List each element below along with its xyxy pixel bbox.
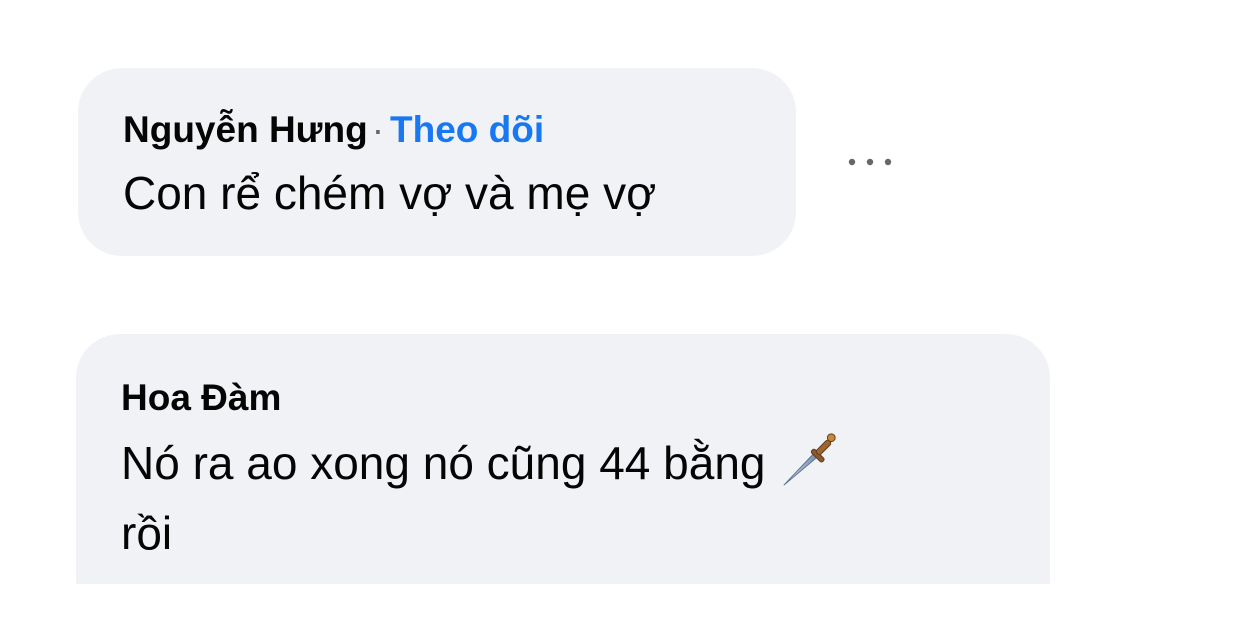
comment-text-line: Nó ra ao xong nó cũng 44 bằng: [121, 437, 766, 489]
follow-button[interactable]: Theo dõi: [390, 109, 544, 150]
author-name[interactable]: Nguyễn Hưng: [123, 109, 368, 150]
comment-header: Hoa Đàm: [121, 374, 1050, 422]
comment-bubble: Hoa Đàm Nó ra ao xong nó cũng 44 bằng rồ…: [76, 334, 1050, 604]
comment-bubble: Nguyễn Hưng · Theo dõi Con rể chém vợ và m…: [78, 68, 796, 256]
more-options-button[interactable]: [838, 138, 902, 186]
comment-text-line: rồi: [121, 507, 173, 559]
author-name[interactable]: Hoa Đàm: [121, 377, 281, 418]
viewport-crop: [0, 584, 1260, 619]
comment-thread: Nguyễn Hưng · Theo dõi Con rể chém vợ và m…: [0, 0, 1260, 619]
comment-header: Nguyễn Hưng · Theo dõi: [123, 106, 796, 154]
separator-dot: ·: [371, 109, 385, 150]
comment-text: Con rể chém vợ và mẹ vợ: [123, 167, 657, 219]
more-options-icon: [848, 158, 892, 166]
comment-text: Nó ra ao xong nó cũng 44 bằng rồi: [121, 428, 1001, 568]
dagger-icon: [782, 433, 836, 486]
